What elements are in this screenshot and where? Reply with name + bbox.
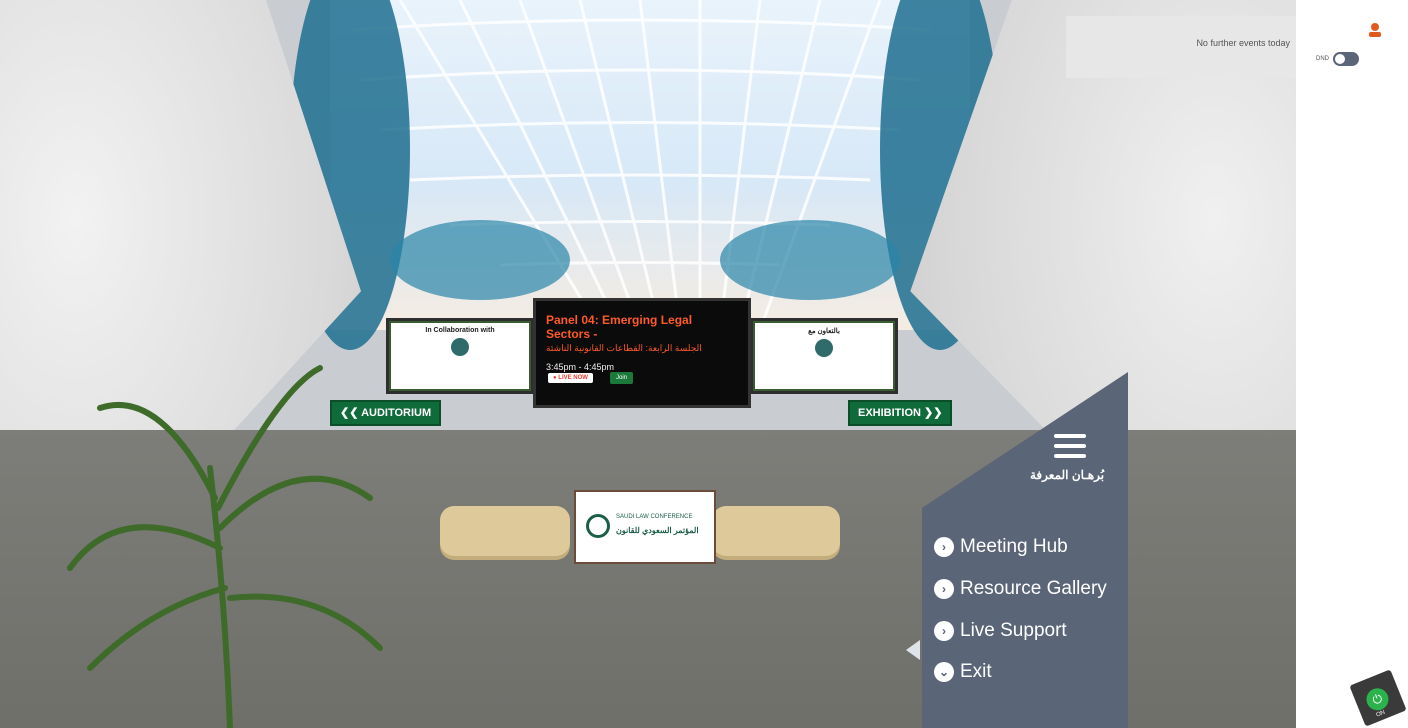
join-button[interactable]: Join xyxy=(610,372,634,384)
user-avatar-icon[interactable] xyxy=(1368,22,1382,38)
collaboration-screen-left: In Collaboration with xyxy=(386,318,534,394)
exit-link[interactable]: ⌄ Exit xyxy=(934,661,992,683)
chevron-down-icon: ⌄ xyxy=(934,662,954,682)
notification-panel: No further events today xyxy=(1066,16,1296,78)
session-title: Panel 04: Emerging Legal Sectors - xyxy=(546,313,693,341)
conference-name-ar: المؤتمر السعودي للقانون xyxy=(616,526,699,535)
resource-gallery-link[interactable]: › Resource Gallery xyxy=(934,578,1107,600)
chevron-right-icon: › xyxy=(934,621,954,641)
dnd-control[interactable]: DND xyxy=(1316,52,1359,66)
conference-logo-icon xyxy=(586,514,610,538)
palm-plant xyxy=(67,365,383,728)
power-status-label: ON xyxy=(1375,709,1387,719)
partner-logo-icon xyxy=(451,338,469,356)
conference-name-en: SAUDI LAW CONFERENCE xyxy=(616,514,693,520)
live-now-badge: ● LIVE NOW xyxy=(548,373,593,383)
partner-logo-icon xyxy=(815,339,833,357)
collaboration-caption-arabic: بالتعاون مع xyxy=(808,328,840,335)
notification-message: No further events today xyxy=(1196,38,1290,48)
collaboration-screen-right: بالتعاون مع xyxy=(750,318,898,394)
session-time: 3:45pm - 4:45pm xyxy=(546,362,615,372)
dnd-label: DND xyxy=(1316,56,1329,62)
bench-left xyxy=(440,506,570,556)
live-support-label: Live Support xyxy=(960,620,1067,641)
toggle-knob xyxy=(1335,54,1345,64)
power-icon[interactable]: ⏻ xyxy=(1363,684,1392,714)
menu-icon[interactable] xyxy=(1054,434,1086,464)
exhibition-sign[interactable]: EXHIBITION ❯❯ xyxy=(848,400,953,426)
resource-gallery-label: Resource Gallery xyxy=(960,578,1107,599)
live-support-link[interactable]: › Live Support xyxy=(934,620,1067,642)
bench-right xyxy=(712,506,840,556)
live-session-screen[interactable]: Panel 04: Emerging Legal Sectors - الجلس… xyxy=(533,298,751,408)
conference-logo-stand: SAUDI LAW CONFERENCE المؤتمر السعودي للق… xyxy=(574,490,716,564)
meeting-hub-link[interactable]: › Meeting Hub xyxy=(934,536,1068,558)
meeting-hub-label: Meeting Hub xyxy=(960,536,1068,557)
exit-label: Exit xyxy=(960,661,992,682)
collapse-nav-arrow-icon[interactable] xyxy=(906,640,920,660)
session-title-arabic: الجلسة الرابعة: القطاعات القانونية الناش… xyxy=(546,343,702,353)
power-widget[interactable]: ⏻ ON xyxy=(1349,669,1407,727)
chevron-right-icon: › xyxy=(934,579,954,599)
chevron-right-icon: › xyxy=(934,537,954,557)
dnd-toggle[interactable] xyxy=(1333,52,1359,66)
brand-logo-text: بُرهـان المعرفة xyxy=(1030,468,1105,482)
collaboration-caption: In Collaboration with xyxy=(425,327,495,334)
